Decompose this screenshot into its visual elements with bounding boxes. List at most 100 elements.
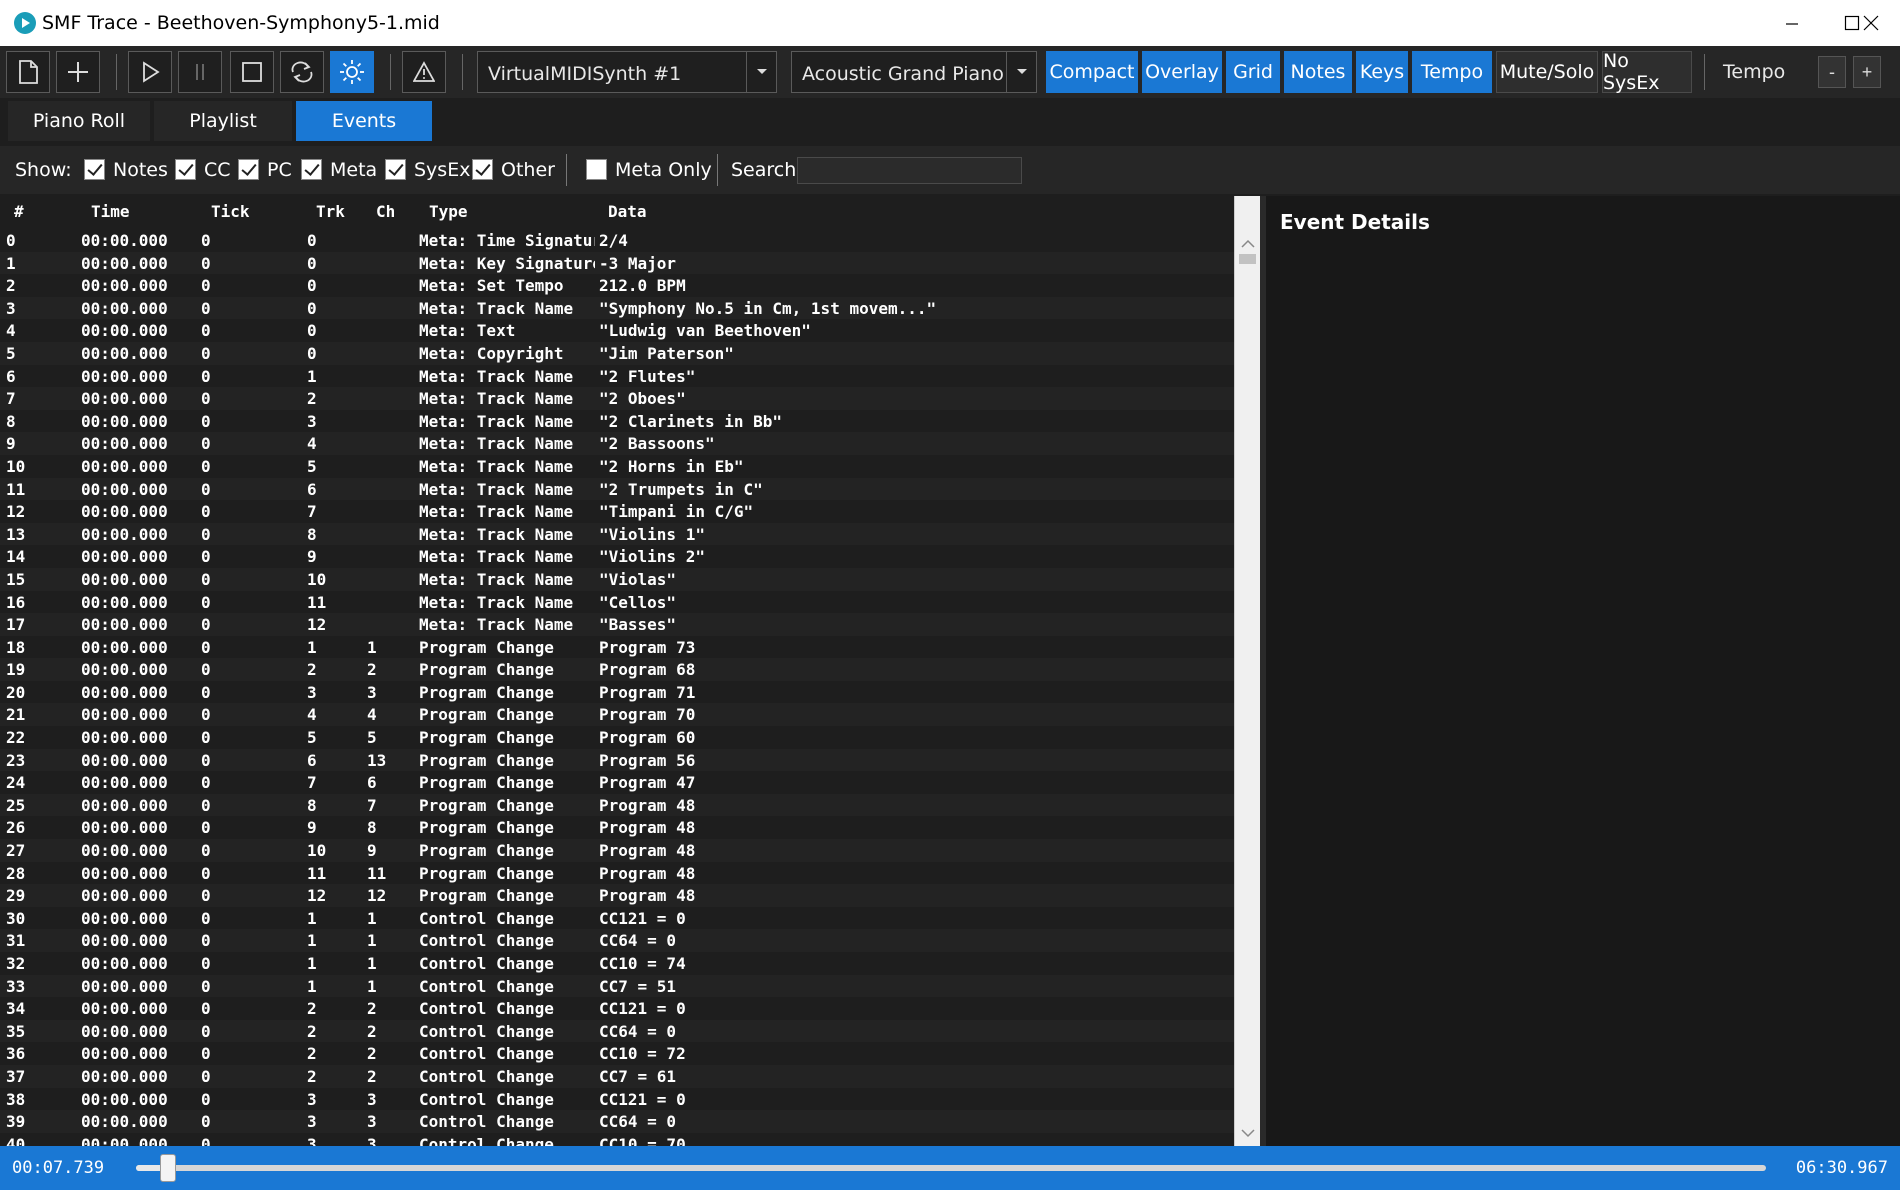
other-checkbox[interactable] bbox=[472, 159, 493, 180]
col-header-index[interactable]: # bbox=[14, 202, 24, 221]
table-row[interactable]: 30 00:00.000 0 1 1 Control Change CC121 = 0 bbox=[0, 906, 1234, 930]
table-row[interactable]: 16 00:00.000 0 11 Meta: Track Name "Cellos" bbox=[0, 590, 1234, 614]
pc-checkbox[interactable] bbox=[238, 159, 259, 180]
table-row[interactable]: 28 00:00.000 0 11 11 Program Change Program 48 bbox=[0, 861, 1234, 885]
keys-toggle[interactable]: Keys bbox=[1356, 51, 1408, 93]
close-button[interactable] bbox=[1842, 0, 1900, 46]
open-file-button[interactable] bbox=[6, 51, 50, 93]
cell-data: Program 60 bbox=[599, 728, 696, 748]
cell-time: 00:00.000 bbox=[81, 434, 168, 454]
scroll-up-icon[interactable] bbox=[1235, 232, 1260, 254]
table-row[interactable]: 0 00:00.000 0 0 Meta: Time Signature 2/4 bbox=[0, 229, 1234, 252]
compact-toggle[interactable]: Compact bbox=[1046, 51, 1138, 93]
table-row[interactable]: 5 00:00.000 0 0 Meta: Copyright "Jim Paterson… bbox=[0, 341, 1234, 365]
table-row[interactable]: 12 00:00.000 0 7 Meta: Track Name "Timpani in… bbox=[0, 500, 1234, 523]
tab-piano-roll[interactable]: Piano Roll bbox=[8, 101, 150, 141]
table-row[interactable]: 40 00:00.000 0 3 3 Control Change CC10 = 70 bbox=[0, 1132, 1234, 1146]
col-header-tick[interactable]: Tick bbox=[211, 202, 250, 221]
col-header-channel[interactable]: Ch bbox=[376, 202, 395, 221]
table-row[interactable]: 33 00:00.000 0 1 1 Control Change CC7 = 51 bbox=[0, 974, 1234, 998]
table-row[interactable]: 27 00:00.000 0 10 9 Program Change Program 48 bbox=[0, 839, 1234, 862]
table-row[interactable]: 17 00:00.000 0 12 Meta: Track Name "Basses" bbox=[0, 613, 1234, 636]
table-row[interactable]: 31 00:00.000 0 1 1 Control Change CC64 = 0 bbox=[0, 929, 1234, 952]
col-header-data[interactable]: Data bbox=[608, 202, 647, 221]
table-row[interactable]: 2 00:00.000 0 0 Meta: Set Tempo 212.0 BPM bbox=[0, 274, 1234, 297]
position-slider[interactable] bbox=[136, 1165, 1766, 1171]
minimize-button[interactable] bbox=[1762, 0, 1822, 46]
scroll-down-icon[interactable] bbox=[1235, 1122, 1260, 1144]
cell-channel: 2 bbox=[367, 660, 377, 680]
table-row[interactable]: 23 00:00.000 0 6 13 Program Change Program 56 bbox=[0, 748, 1234, 772]
panic-button[interactable] bbox=[402, 51, 446, 93]
table-row[interactable]: 11 00:00.000 0 6 Meta: Track Name "2 Trumpets… bbox=[0, 477, 1234, 501]
col-header-track[interactable]: Trk bbox=[316, 202, 345, 221]
table-row[interactable]: 9 00:00.000 0 4 Meta: Track Name "2 Bassoons" bbox=[0, 432, 1234, 455]
table-row[interactable]: 14 00:00.000 0 9 Meta: Track Name "Violins 2" bbox=[0, 545, 1234, 568]
cell-data: "Jim Paterson" bbox=[599, 343, 734, 363]
meta-only-checkbox[interactable] bbox=[586, 159, 607, 180]
table-row[interactable]: 26 00:00.000 0 9 8 Program Change Program 48 bbox=[0, 816, 1234, 840]
tempo-increase-button[interactable]: + bbox=[1853, 56, 1881, 88]
table-row[interactable]: 3 00:00.000 0 0 Meta: Track Name "Symphony No… bbox=[0, 296, 1234, 320]
cell-type: Meta: Track Name bbox=[419, 366, 574, 386]
tempo-decrease-button[interactable]: - bbox=[1818, 56, 1846, 88]
table-row[interactable]: 18 00:00.000 0 1 1 Program Change Program 73 bbox=[0, 635, 1234, 659]
table-row[interactable]: 19 00:00.000 0 2 2 Program Change Program 68 bbox=[0, 658, 1234, 681]
scroll-thumb[interactable] bbox=[1239, 254, 1256, 264]
table-row[interactable]: 32 00:00.000 0 1 1 Control Change CC10 = 74 bbox=[0, 952, 1234, 975]
cell-channel: 1 bbox=[367, 637, 377, 657]
mute-solo-toggle[interactable]: Mute/Solo bbox=[1496, 51, 1598, 93]
tempo-toggle[interactable]: Tempo bbox=[1412, 51, 1492, 93]
table-row[interactable]: 34 00:00.000 0 2 2 Control Change CC121 = 0 bbox=[0, 997, 1234, 1020]
table-row[interactable]: 7 00:00.000 0 2 Meta: Track Name "2 Oboes" bbox=[0, 387, 1234, 410]
position-slider-thumb[interactable] bbox=[160, 1154, 177, 1182]
cell-time: 00:00.000 bbox=[81, 569, 168, 589]
tab-events[interactable]: Events bbox=[296, 101, 432, 141]
tempo-label: Tempo bbox=[1723, 61, 1786, 83]
cc-checkbox[interactable] bbox=[175, 159, 196, 180]
add-button[interactable] bbox=[56, 51, 100, 93]
table-row[interactable]: 20 00:00.000 0 3 3 Program Change Program 71 bbox=[0, 680, 1234, 704]
grid-toggle[interactable]: Grid bbox=[1226, 51, 1280, 93]
table-row[interactable]: 35 00:00.000 0 2 2 Control Change CC64 = 0 bbox=[0, 1019, 1234, 1043]
table-row[interactable]: 36 00:00.000 0 2 2 Control Change CC10 = 72 bbox=[0, 1042, 1234, 1065]
overlay-toggle[interactable]: Overlay bbox=[1142, 51, 1222, 93]
table-row[interactable]: 25 00:00.000 0 8 7 Program Change Program 48 bbox=[0, 793, 1234, 817]
meta-checkbox[interactable] bbox=[301, 159, 322, 180]
instrument-select[interactable]: Acoustic Grand Piano bbox=[791, 51, 1037, 93]
table-row[interactable]: 39 00:00.000 0 3 3 Control Change CC64 = 0 bbox=[0, 1110, 1234, 1133]
cell-type: Program Change bbox=[419, 795, 554, 815]
table-row[interactable]: 38 00:00.000 0 3 3 Control Change CC121 = 0 bbox=[0, 1087, 1234, 1111]
plus-icon bbox=[68, 62, 88, 82]
notes-toggle[interactable]: Notes bbox=[1284, 51, 1352, 93]
instrument-value: Acoustic Grand Piano bbox=[802, 63, 1004, 85]
table-row[interactable]: 22 00:00.000 0 5 5 Program Change Program 60 bbox=[0, 726, 1234, 749]
table-row[interactable]: 6 00:00.000 0 1 Meta: Track Name "2 Flutes" bbox=[0, 364, 1234, 388]
notes-checkbox[interactable] bbox=[84, 159, 105, 180]
stop-button[interactable] bbox=[230, 51, 274, 93]
table-row[interactable]: 4 00:00.000 0 0 Meta: Text "Ludwig van Beetho… bbox=[0, 319, 1234, 342]
loop-button[interactable] bbox=[280, 51, 324, 93]
table-row[interactable]: 37 00:00.000 0 2 2 Control Change CC7 = 61 bbox=[0, 1064, 1234, 1088]
table-row[interactable]: 15 00:00.000 0 10 Meta: Track Name "Violas" bbox=[0, 567, 1234, 591]
no-sysex-toggle[interactable]: No SysEx bbox=[1602, 50, 1692, 94]
table-row[interactable]: 1 00:00.000 0 0 Meta: Key Signature -3 Major bbox=[0, 251, 1234, 275]
table-row[interactable]: 13 00:00.000 0 8 Meta: Track Name "Violins 1" bbox=[0, 522, 1234, 546]
output-device-select[interactable]: VirtualMIDISynth #1 bbox=[477, 51, 777, 93]
pause-button[interactable] bbox=[178, 51, 222, 93]
table-row[interactable]: 24 00:00.000 0 7 6 Program Change Program 47 bbox=[0, 771, 1234, 794]
col-header-time[interactable]: Time bbox=[91, 202, 130, 221]
tab-playlist[interactable]: Playlist bbox=[154, 101, 292, 141]
window-title: SMF Trace - Beethoven-Symphony5-1.mid bbox=[42, 12, 440, 34]
table-row[interactable]: 10 00:00.000 0 5 Meta: Track Name "2 Horns in… bbox=[0, 454, 1234, 478]
events-scrollbar[interactable] bbox=[1234, 196, 1260, 1146]
table-row[interactable]: 21 00:00.000 0 4 4 Program Change Program 70 bbox=[0, 703, 1234, 727]
search-input[interactable] bbox=[797, 157, 1022, 184]
sysex-checkbox[interactable] bbox=[385, 159, 406, 180]
table-row[interactable]: 8 00:00.000 0 3 Meta: Track Name "2 Clarinets… bbox=[0, 409, 1234, 433]
theme-toggle-button[interactable] bbox=[330, 51, 374, 93]
col-header-type[interactable]: Type bbox=[429, 202, 468, 221]
cell-tick: 0 bbox=[201, 908, 211, 928]
table-row[interactable]: 29 00:00.000 0 12 12 Program Change Program 48 bbox=[0, 884, 1234, 907]
play-button[interactable] bbox=[128, 51, 172, 93]
